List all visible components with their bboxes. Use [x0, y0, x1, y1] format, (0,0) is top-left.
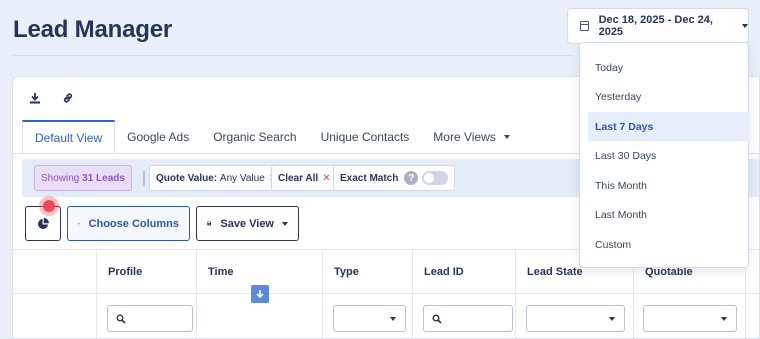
chevron-down-icon [503, 135, 510, 139]
menu-item-last-30-days[interactable]: Last 30 Days [580, 141, 742, 170]
calendar-icon [580, 21, 589, 31]
lead-state-select[interactable] [526, 305, 625, 332]
column-divider [96, 294, 97, 338]
search-icon [432, 314, 442, 324]
showing-leads-badge: Showing 31 Leads [34, 165, 132, 191]
chevron-down-icon [390, 317, 396, 321]
quote-value-filter[interactable]: Quote Value: Any Value ✕ [149, 165, 285, 191]
menu-item-last-month[interactable]: Last Month [580, 200, 742, 229]
columns-icon [78, 222, 80, 225]
column-header-type[interactable]: Type [322, 249, 412, 294]
column-divider [412, 294, 413, 338]
column-divider [322, 294, 323, 338]
date-range-picker[interactable]: Dec 18, 2025 - Dec 24, 2025 [567, 8, 749, 44]
clear-icon: ✕ [322, 172, 331, 184]
click-marker [39, 196, 59, 216]
menu-item-last-7-days[interactable]: Last 7 Days [588, 112, 750, 141]
search-icon [116, 314, 126, 324]
exact-match-toggle[interactable] [422, 171, 449, 185]
pie-chart-icon [38, 217, 49, 229]
menu-item-yesterday[interactable]: Yesterday [580, 82, 742, 111]
tab-organic-search[interactable]: Organic Search [201, 120, 308, 154]
menu-item-today[interactable]: Today [580, 53, 742, 82]
menu-item-this-month[interactable]: This Month [580, 171, 742, 200]
help-icon[interactable]: ? [404, 171, 419, 185]
column-header-profile[interactable]: Profile [96, 249, 184, 294]
chevron-down-icon [282, 221, 288, 226]
column-divider [633, 294, 634, 338]
title-divider [13, 55, 573, 56]
chevron-down-icon [721, 317, 727, 321]
column-divider [196, 294, 197, 338]
clear-all-button[interactable]: Clear All ✕ [271, 165, 338, 191]
tab-google-ads[interactable]: Google Ads [115, 120, 201, 154]
sort-descending-button[interactable] [251, 285, 269, 303]
exact-match-control: Exact Match ? [333, 165, 456, 191]
profile-search-input[interactable] [107, 305, 193, 332]
column-header-lead-id[interactable]: Lead ID [412, 249, 515, 294]
save-view-button[interactable]: Save View [196, 206, 299, 241]
save-icon [207, 221, 212, 226]
tab-unique-contacts[interactable]: Unique Contacts [309, 120, 422, 154]
view-tabs: Default View Google Ads Organic Search U… [22, 120, 522, 154]
link-icon[interactable] [61, 91, 75, 105]
type-select[interactable] [333, 305, 406, 332]
date-range-menu: Today Yesterday Last 7 Days Last 30 Days… [579, 42, 750, 268]
quotable-select[interactable] [643, 305, 737, 332]
column-divider [745, 294, 746, 338]
filter-separator [143, 171, 145, 186]
menu-item-custom[interactable]: Custom [580, 230, 742, 259]
download-icon[interactable] [28, 91, 42, 105]
chevron-down-icon [609, 317, 615, 321]
page-title: Lead Manager [13, 16, 172, 43]
tab-default-view[interactable]: Default View [22, 120, 116, 154]
arrow-down-icon [256, 290, 264, 299]
lead-id-search-input[interactable] [423, 305, 513, 332]
tab-more-views[interactable]: More Views [421, 120, 521, 154]
chevron-down-icon [742, 24, 748, 28]
choose-columns-button[interactable]: Choose Columns [67, 206, 190, 241]
column-divider [515, 294, 516, 338]
